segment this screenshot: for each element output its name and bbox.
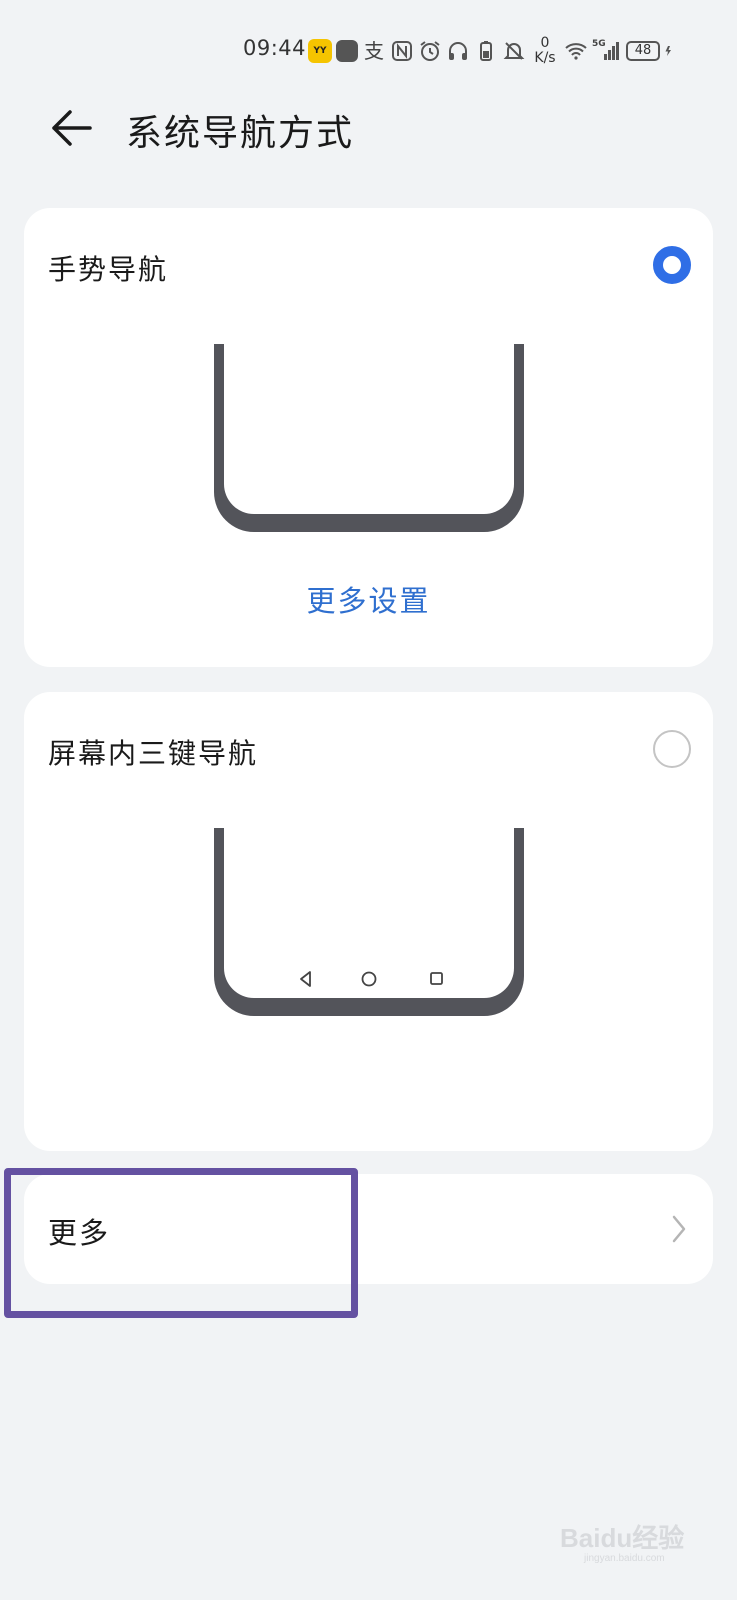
back-arrow-icon[interactable] bbox=[48, 108, 94, 148]
gesture-navigation-card[interactable]: 手势导航 更多设置 bbox=[24, 208, 713, 667]
headphones-icon bbox=[449, 42, 467, 60]
nav-home-icon bbox=[361, 971, 377, 987]
wifi-icon bbox=[565, 43, 587, 60]
shopping-bag-icon bbox=[336, 40, 358, 62]
baidu-watermark-url: jingyan.baidu.com bbox=[584, 1553, 665, 1564]
more-label: 更多 bbox=[48, 1216, 111, 1250]
baidu-watermark: Baidu经验 bbox=[560, 1523, 685, 1553]
net-speed-value: 0 bbox=[540, 35, 550, 51]
status-icons: YY 支 0 K/s 5G 48 bbox=[308, 36, 676, 66]
chevron-right-icon bbox=[672, 1215, 686, 1243]
three-key-navigation-card[interactable]: 屏幕内三键导航 bbox=[24, 692, 713, 1151]
yy-app-icon: YY bbox=[308, 39, 332, 63]
status-bar: 09:44 YY 支 0 K/s 5G 48 bbox=[0, 30, 737, 70]
gesture-navigation-radio[interactable] bbox=[653, 246, 691, 284]
battery-small-icon bbox=[480, 41, 492, 61]
alarm-icon bbox=[420, 41, 440, 61]
gesture-phone-illustration bbox=[214, 344, 524, 532]
mute-bell-icon bbox=[503, 42, 525, 60]
alipay-icon: 支 bbox=[364, 39, 384, 63]
net-speed: 0 K/s bbox=[530, 36, 560, 66]
three-key-phone-illustration bbox=[214, 828, 524, 1016]
more-row[interactable]: 更多 bbox=[24, 1174, 713, 1284]
nav-recent-icon bbox=[430, 972, 443, 985]
three-key-navigation-radio[interactable] bbox=[653, 730, 691, 768]
more-settings-link[interactable]: 更多设置 bbox=[24, 578, 713, 620]
nfc-icon bbox=[392, 41, 412, 61]
charging-icon bbox=[665, 46, 671, 56]
status-time: 09:44 bbox=[243, 36, 307, 60]
nav-back-icon bbox=[300, 971, 311, 987]
page-title: 系统导航方式 bbox=[126, 113, 355, 154]
net-speed-unit: K/s bbox=[534, 50, 556, 66]
three-key-navigation-label: 屏幕内三键导航 bbox=[48, 737, 259, 770]
battery-icon: 48 bbox=[626, 41, 660, 61]
signal-icon: 5G bbox=[592, 39, 622, 63]
gesture-navigation-label: 手势导航 bbox=[48, 253, 169, 286]
